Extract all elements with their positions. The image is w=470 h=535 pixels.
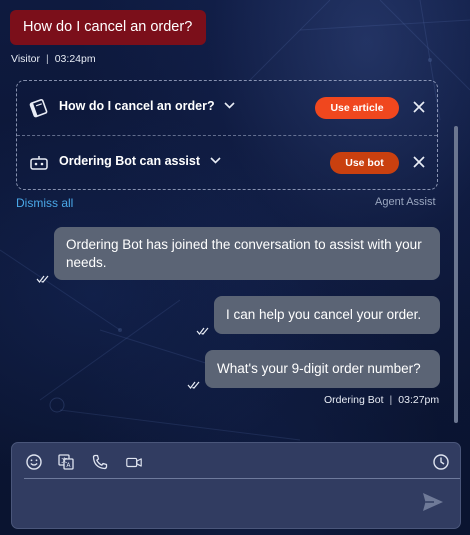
read-receipt-icon	[36, 275, 49, 283]
composer-divider	[24, 478, 460, 479]
chevron-down-icon[interactable]	[224, 102, 235, 109]
visitor-meta: Visitor | 03:24pm	[11, 53, 96, 65]
video-icon[interactable]	[125, 453, 143, 471]
agent-assist-panel: How do I cancel an order? Use article Or…	[16, 80, 438, 190]
close-icon[interactable]	[411, 154, 427, 170]
phone-icon[interactable]	[91, 453, 109, 471]
visitor-message: How do I cancel an order?	[10, 10, 207, 45]
assist-suggestion-title[interactable]: How do I cancel an order?	[59, 99, 235, 113]
emoji-icon[interactable]	[25, 453, 43, 471]
meta-separator: |	[45, 53, 49, 65]
assist-suggestion-title[interactable]: Ordering Bot can assist	[59, 154, 221, 168]
bot-sender: Ordering Bot	[324, 394, 384, 406]
bot-message: What's your 9-digit order number?	[205, 350, 440, 388]
assist-article-title: How do I cancel an order?	[59, 99, 215, 113]
use-bot-button[interactable]: Use bot	[330, 152, 399, 174]
close-icon[interactable]	[411, 99, 427, 115]
visitor-timestamp: 03:24pm	[54, 53, 96, 65]
send-icon[interactable]	[422, 492, 444, 512]
message-composer: 文 A	[11, 442, 461, 529]
read-receipt-icon	[196, 327, 209, 335]
visitor-sender: Visitor	[11, 53, 40, 65]
assist-suggestion-bot: Ordering Bot can assist Use bot	[17, 136, 437, 190]
bot-message: Ordering Bot has joined the conversation…	[54, 227, 440, 280]
bot-meta: Ordering Bot | 03:27pm	[324, 394, 439, 406]
assist-bot-title: Ordering Bot can assist	[59, 154, 201, 168]
read-receipt-icon	[187, 381, 200, 389]
use-article-button[interactable]: Use article	[315, 97, 399, 119]
clock-icon[interactable]	[432, 453, 450, 471]
assist-suggestion-article: How do I cancel an order? Use article	[17, 81, 437, 135]
message-input[interactable]	[24, 483, 418, 525]
chevron-down-icon[interactable]	[209, 157, 221, 164]
bot-timestamp: 03:27pm	[398, 394, 440, 406]
agent-assist-label: Agent Assist	[375, 196, 436, 208]
book-icon	[29, 98, 48, 118]
scrollbar[interactable]	[454, 126, 458, 423]
translate-icon[interactable]: 文 A	[57, 453, 75, 471]
bot-message: I can help you cancel your order.	[214, 296, 440, 334]
dismiss-all-link[interactable]: Dismiss all	[16, 196, 73, 210]
bot-icon	[30, 156, 48, 170]
meta-separator: |	[389, 394, 393, 406]
